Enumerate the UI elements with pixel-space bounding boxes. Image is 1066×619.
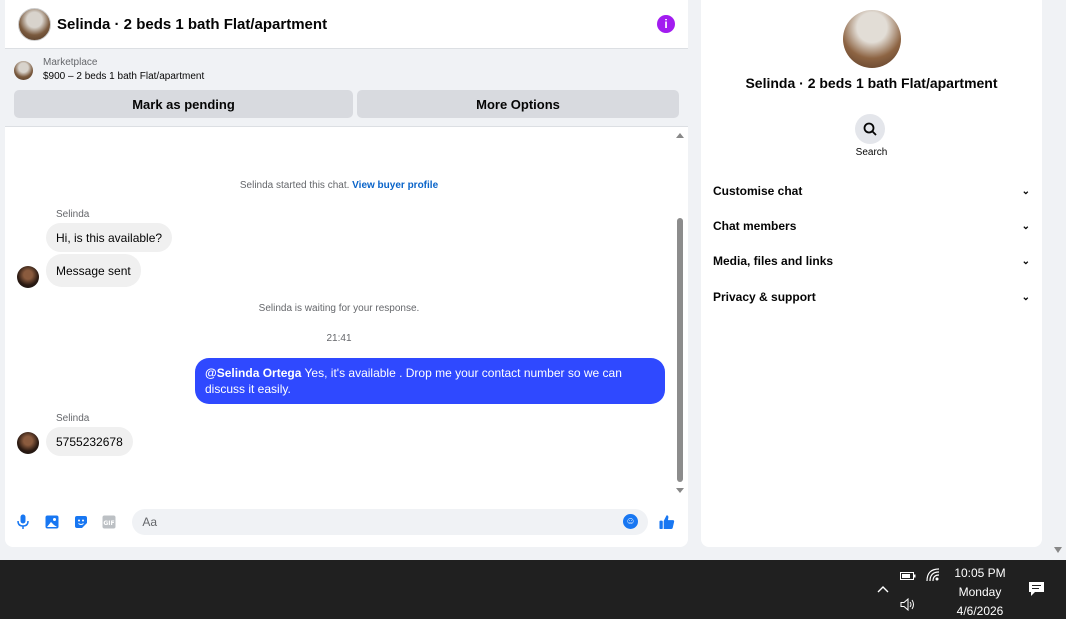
conversation-info-panel: Selinda · 2 beds 1 bath Flat/apartment S… (701, 0, 1042, 547)
page-scroll-down-arrow-icon[interactable] (1054, 547, 1062, 553)
marketplace-label: Marketplace (43, 57, 98, 68)
marketplace-section: Marketplace $900 – 2 beds 1 bath Flat/ap… (5, 49, 688, 127)
customise-chat-row[interactable]: Customise chat ⌄ (713, 181, 1030, 201)
photo-icon[interactable] (44, 514, 60, 530)
sticker-icon[interactable] (73, 514, 89, 530)
search-icon (863, 122, 877, 136)
mention[interactable]: @Selinda Ortega (205, 366, 301, 380)
profile-avatar[interactable] (843, 10, 901, 68)
taskbar: 10:05 PM Monday 4/6/2026 (0, 560, 1066, 619)
listing-thumbnail (14, 60, 33, 80)
row-label: Customise chat (713, 184, 803, 198)
svg-text:GIF: GIF (104, 520, 115, 527)
chat-header: Selinda · 2 beds 1 bath Flat/apartment i (5, 0, 688, 49)
waiting-notice: Selinda is waiting for your response. (258, 303, 420, 314)
panel-title: Selinda · 2 beds 1 bath Flat/apartment (745, 75, 998, 91)
message-input[interactable]: Aa ☺ (132, 508, 648, 535)
info-icon[interactable]: i (657, 15, 675, 33)
battery-icon[interactable] (900, 569, 916, 587)
scroll-up-arrow-icon[interactable] (676, 133, 684, 138)
chevron-down-icon: ⌄ (1021, 185, 1030, 197)
chevron-down-icon: ⌄ (1021, 220, 1030, 232)
clock-date: 4/6/2026 (956, 604, 1004, 618)
incoming-message[interactable]: Message sent (46, 254, 141, 287)
microphone-icon[interactable] (15, 514, 31, 530)
message-input-placeholder: Aa (142, 514, 157, 529)
mark-as-pending-button[interactable]: Mark as pending (14, 90, 353, 118)
row-label: Chat members (713, 219, 797, 233)
volume-icon[interactable] (900, 597, 916, 616)
search-label: Search (855, 147, 888, 158)
sender-avatar[interactable] (17, 432, 39, 454)
message-scrollbar[interactable] (676, 133, 684, 493)
listing-price: $900 – 2 beds 1 bath Flat/apartment (43, 71, 205, 82)
chat-title[interactable]: Selinda · 2 beds 1 bath Flat/apartment (57, 16, 327, 33)
media-files-links-row[interactable]: Media, files and links ⌄ (713, 251, 1030, 271)
incoming-message[interactable]: Hi, is this available? (46, 223, 173, 252)
view-buyer-profile-link[interactable]: View buyer profile (352, 180, 438, 191)
scroll-thumb[interactable] (677, 218, 683, 482)
chat-members-row[interactable]: Chat members ⌄ (713, 216, 1030, 236)
wifi-icon[interactable] (926, 568, 940, 587)
chevron-down-icon: ⌄ (1021, 291, 1030, 303)
sender-name: Selinda (56, 413, 90, 424)
row-label: Privacy & support (713, 290, 816, 304)
marketplace-listing[interactable]: Marketplace $900 – 2 beds 1 bath Flat/ap… (14, 56, 679, 84)
incoming-message[interactable]: 5755232678 (46, 427, 133, 456)
clock-time: 10:05 PM (954, 566, 1006, 580)
search-button[interactable] (855, 114, 885, 144)
gif-icon[interactable]: GIF (101, 514, 117, 530)
sender-name: Selinda (56, 209, 90, 220)
chat-panel: Selinda · 2 beds 1 bath Flat/apartment i… (5, 0, 688, 547)
row-label: Media, files and links (713, 254, 834, 268)
emoji-icon[interactable]: ☺ (622, 514, 638, 529)
message-list[interactable]: Selinda started this chat. View buyer pr… (5, 128, 688, 496)
notifications-icon[interactable] (1028, 581, 1045, 602)
scroll-down-arrow-icon[interactable] (676, 488, 684, 493)
composer: GIF Aa ☺ (5, 496, 688, 547)
privacy-support-row[interactable]: Privacy & support ⌄ (713, 287, 1030, 307)
chat-avatar[interactable] (18, 7, 51, 41)
thumbs-up-icon[interactable] (659, 514, 675, 530)
sender-avatar[interactable] (17, 266, 39, 288)
more-options-button[interactable]: More Options (357, 90, 679, 118)
chevron-down-icon: ⌄ (1021, 255, 1030, 267)
show-hidden-icons-chevron-icon[interactable] (876, 582, 890, 596)
clock-day: Monday (958, 585, 1002, 599)
chat-started-notice: Selinda started this chat. View buyer pr… (239, 180, 439, 191)
system-clock[interactable]: 10:05 PM Monday 4/6/2026 (950, 564, 1010, 619)
message-timestamp: 21:41 (326, 333, 352, 344)
outgoing-message[interactable]: @Selinda Ortega Yes, it's available . Dr… (195, 358, 665, 404)
